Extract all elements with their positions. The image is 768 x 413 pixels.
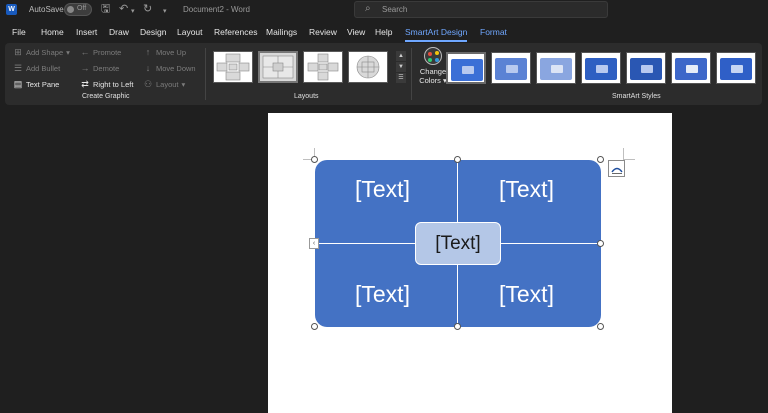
resize-handle-nw[interactable] [311,156,318,163]
tab-home[interactable]: Home [41,27,64,37]
tab-format[interactable]: Format [480,27,507,37]
gallery-more-icon[interactable]: ☰ [396,73,406,83]
arrow-down-icon: ↓ [145,63,151,73]
tab-mailings[interactable]: Mailings [266,27,297,37]
layout-button[interactable]: ⚇ Layout ▾ [143,79,185,90]
layout-options-button[interactable] [608,160,625,177]
scroll-up-icon[interactable]: ▲ [396,51,406,61]
move-down-label: Move Down [156,63,196,73]
demote-button[interactable]: → Demote [80,63,120,73]
group-divider [205,48,206,100]
matrix-cell-bottom-right[interactable]: [Text] [499,281,554,308]
layout-icon: ⚇ [143,79,153,89]
demote-label: Demote [93,63,120,73]
tab-insert[interactable]: Insert [76,27,97,37]
resize-handle-e[interactable] [597,240,604,247]
search-icon: ⌕ [365,3,371,14]
search-input[interactable]: ⌕ Search [354,1,608,18]
layout-label: Layout [156,80,179,89]
layout-thumb-1[interactable] [213,51,253,83]
right-to-left-icon: ⇄ [81,79,89,89]
add-bullet-label: Add Bullet [26,64,61,73]
ribbon-tabs: File Home Insert Draw Design Layout Refe… [0,22,768,42]
move-down-button[interactable]: ↓ Move Down [143,63,196,73]
scroll-down-icon[interactable]: ▼ [396,62,406,72]
matrix-cell-top-left[interactable]: [Text] [355,176,410,203]
promote-button[interactable]: ← Promote [80,47,122,57]
style-thumb-3[interactable] [536,52,576,84]
arrow-up-icon: ↑ [145,47,151,57]
layout-thumb-2[interactable] [258,51,298,83]
matrix-cell-bottom-left[interactable]: [Text] [355,281,410,308]
margin-corner-mark [623,148,635,160]
matrix-cell-top-right[interactable]: [Text] [499,176,554,203]
add-shape-icon: ⊞ [14,47,22,57]
arrow-right-icon: → [80,63,90,73]
active-tab-indicator [405,40,467,42]
search-placeholder: Search [382,5,408,14]
tab-layout[interactable]: Layout [177,27,203,37]
resize-handle-sw[interactable] [311,323,318,330]
text-pane-label: Text Pane [26,80,60,89]
resize-handle-se[interactable] [597,323,604,330]
text-pane-button[interactable]: ▤ Text Pane [13,79,60,90]
tab-file[interactable]: File [12,27,26,37]
style-thumb-5[interactable] [626,52,666,84]
layout-thumb-3[interactable] [303,51,343,83]
tab-review[interactable]: Review [309,27,337,37]
style-thumb-6[interactable] [671,52,711,84]
change-colors-line2: Colors [419,76,441,85]
style-thumb-7[interactable] [716,52,756,84]
style-thumb-1[interactable] [446,52,486,84]
group-divider [411,48,412,100]
style-thumb-4[interactable] [581,52,621,84]
autosave-state: Off [77,5,87,12]
smartart-styles-group-label: SmartArt Styles [612,93,661,100]
create-graphic-group-label: Create Graphic [82,93,130,100]
matrix-center-shape[interactable]: [Text] [415,222,501,265]
resize-handle-ne[interactable] [597,156,604,163]
layouts-group-label: Layouts [294,93,319,100]
promote-label: Promote [93,47,122,57]
redo-icon[interactable]: ↻ [143,3,152,15]
text-pane-icon: ▤ [13,79,23,89]
palette-icon [424,47,442,65]
move-up-label: Move Up [156,47,187,57]
add-bullet-button[interactable]: ☰ Add Bullet [13,63,60,74]
tab-references[interactable]: References [214,27,257,37]
undo-icon[interactable]: ↶ [119,3,128,15]
document-title: Document2 - Word [183,5,250,14]
layout-thumb-4[interactable] [348,51,388,83]
right-to-left-label: Right to Left [93,80,134,89]
tab-help[interactable]: Help [375,27,392,37]
resize-handle-n[interactable] [454,156,461,163]
add-shape-label: Add Shape [26,48,64,57]
add-bullet-icon: ☰ [13,63,23,73]
chevron-down-icon: ▾ [181,80,186,89]
add-shape-button[interactable]: ⊞ Add Shape ▾ [13,47,70,58]
toggle-knob [67,6,74,13]
tab-smartart-design[interactable]: SmartArt Design [405,27,467,37]
save-icon[interactable]: 🖫 [101,3,110,15]
title-bar: W AutoSave Off 🖫 ↶ ▾ ↻ ▾ Document2 - Wor… [0,0,768,20]
move-up-button[interactable]: ↑ Move Up [143,47,186,57]
undo-dropdown-icon[interactable]: ▾ [131,6,135,18]
layout-options-icon [611,167,623,174]
tab-draw[interactable]: Draw [109,27,129,37]
ribbon: ⊞ Add Shape ▾ ☰ Add Bullet ▤ Text Pane ← Prom… [5,43,762,105]
autosave-toggle[interactable]: Off [64,3,92,16]
chevron-down-icon: ▾ [66,48,70,57]
style-thumb-2[interactable] [491,52,531,84]
autosave-label: AutoSave [29,5,64,14]
right-to-left-button[interactable]: ⇄ Right to Left [80,79,133,90]
customize-qat-icon[interactable]: ▾ [163,6,167,18]
text-pane-toggle[interactable]: ‹ [309,238,319,249]
tab-design[interactable]: Design [140,27,166,37]
chevron-left-icon: ‹ [312,240,316,247]
layouts-gallery-scroll[interactable]: ▲ ▼ ☰ [396,51,406,83]
arrow-left-icon: ← [80,47,90,57]
resize-handle-s[interactable] [454,323,461,330]
word-logo-icon: W [6,4,17,15]
tab-view[interactable]: View [347,27,365,37]
